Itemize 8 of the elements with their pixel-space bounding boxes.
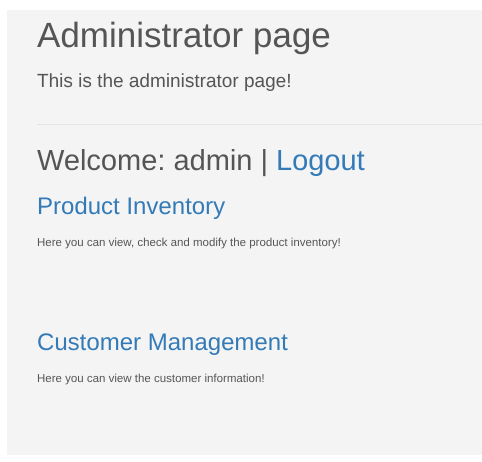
page-subtitle: This is the administrator page! — [37, 70, 293, 94]
section-link[interactable]: Product Inventory — [37, 192, 226, 222]
page-title: Administrator page — [37, 15, 332, 56]
section-description: Here you can view, check and modify the product inventory! — [37, 236, 342, 250]
logout-link[interactable]: Logout — [276, 143, 365, 179]
section-link[interactable]: Customer Management — [37, 328, 288, 358]
welcome-text: Welcome: admin | — [37, 144, 268, 179]
section-description: Here you can view the customer information! — [37, 372, 266, 386]
